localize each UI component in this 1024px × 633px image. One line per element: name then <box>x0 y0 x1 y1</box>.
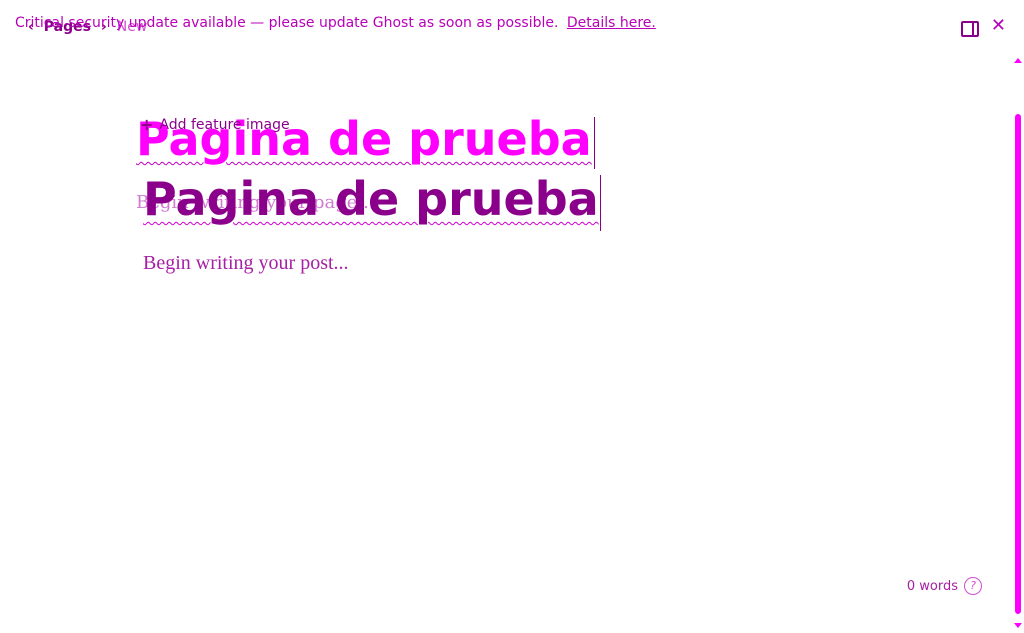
post-title-input[interactable]: Pagina de prueba <box>143 172 601 231</box>
plus-icon: + <box>140 115 154 134</box>
scrollbar-thumb[interactable] <box>1015 114 1021 614</box>
add-feature-image-button[interactable]: + Add feature image <box>140 115 290 134</box>
security-update-banner: Critical security update available — ple… <box>15 15 656 31</box>
word-count: 0 words <box>906 578 958 594</box>
banner-message: Critical security update available — ple… <box>15 15 559 31</box>
scroll-up-arrow-icon[interactable] <box>1014 58 1022 63</box>
editor-window: Critical security update available — ple… <box>0 0 1024 633</box>
close-icon[interactable]: ✕ <box>991 17 1006 35</box>
help-icon[interactable]: ? <box>964 577 982 595</box>
post-body-editor[interactable]: Begin writing your post... <box>143 252 349 275</box>
word-count-bar: 0 words ? <box>907 577 982 595</box>
add-feature-image-label: Add feature image <box>159 116 290 133</box>
banner-details-link[interactable]: Details here. <box>567 15 656 31</box>
editor-toolbar: ✕ <box>960 15 1006 37</box>
scroll-down-arrow-icon[interactable] <box>1014 623 1022 628</box>
vertical-scrollbar[interactable] <box>1014 58 1022 628</box>
sidebar-toggle-icon[interactable] <box>960 21 979 37</box>
